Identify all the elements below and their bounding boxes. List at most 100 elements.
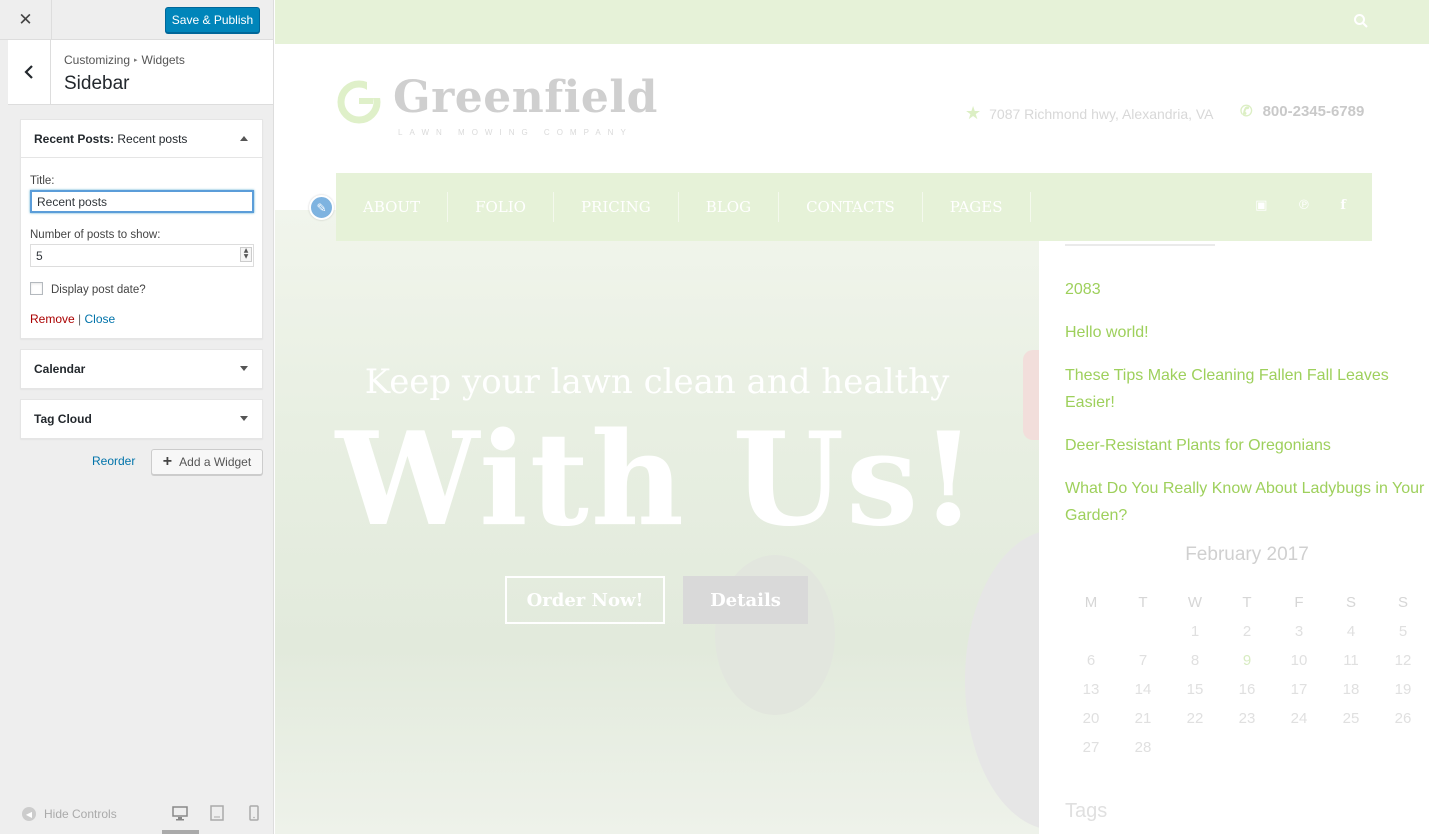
calendar-grid: M T W T F S S 1 2 3 4 5 6 7 8 9 10 11 12 13 14 15 16 17 1… (1065, 588, 1429, 762)
widget-divider (1065, 244, 1215, 246)
calendar-week-row: 1 2 3 4 5 (1065, 617, 1429, 646)
customizer-header: ✕ Save & Publish (0, 0, 273, 40)
calendar-week-row: 27 28 (1065, 733, 1429, 762)
number-stepper[interactable]: ▲▼ (30, 244, 254, 268)
nav-about[interactable]: ABOUT (336, 192, 449, 222)
widget-recent-posts-body: Title: Number of posts to show: ▲▼ Displ… (21, 158, 262, 338)
social-links: ▣ ℗ f (1255, 198, 1346, 213)
close-link[interactable]: Close (85, 312, 116, 326)
widget-recent-posts: Recent Posts: Recent posts Title: Number… (20, 119, 263, 339)
desktop-icon[interactable] (172, 805, 188, 821)
phone-text[interactable]: 800-2345-6789 (1263, 103, 1365, 120)
weekday-label: S (1397, 594, 1408, 611)
edit-shortcut-pencil-icon[interactable]: ✎ (309, 195, 334, 220)
widget-calendar-header[interactable]: Calendar (21, 350, 262, 388)
breadcrumb-widgets: Widgets (141, 53, 185, 67)
star-icon: ★ (965, 103, 982, 123)
hero-image-part (965, 530, 1039, 830)
active-device-indicator (162, 830, 199, 834)
plus-icon: + (162, 453, 173, 470)
calendar-title: February 2017 (1185, 544, 1309, 565)
nav-pages[interactable]: PAGES (923, 192, 1031, 222)
top-bar (275, 0, 1429, 44)
calendar-day: 24 (1290, 710, 1308, 727)
stepper-arrows-icon[interactable]: ▲ ▼ (240, 247, 252, 262)
calendar-day: 18 (1342, 681, 1360, 698)
recent-post-link[interactable]: What Do You Really Know About Ladybugs i… (1065, 475, 1429, 529)
widget-recent-posts-header[interactable]: Recent Posts: Recent posts (21, 120, 262, 158)
calendar-day: 12 (1394, 652, 1412, 669)
add-widget-label: Add a Widget (179, 455, 252, 469)
nav-pricing[interactable]: PRICING (554, 192, 679, 222)
phone: ✆ 800-2345-6789 (1240, 102, 1365, 121)
nav-folio[interactable]: FOLIO (448, 192, 554, 222)
display-date-label: Display post date? (51, 284, 146, 296)
number-field[interactable] (30, 244, 254, 267)
tablet-icon[interactable] (210, 805, 224, 821)
close-customizer-button[interactable]: ✕ (0, 0, 52, 40)
hero-title: With Us! (335, 405, 979, 555)
widget-name: Recent Posts (34, 132, 111, 146)
calendar-day: 14 (1134, 681, 1152, 698)
calendar-week-row: 6 7 8 9 10 11 12 (1065, 646, 1429, 675)
recent-posts-list: 2083 Hello world! These Tips Make Cleani… (1065, 276, 1429, 545)
mobile-icon[interactable] (249, 805, 259, 821)
widget-title: Recent Posts: Recent posts (34, 132, 188, 146)
display-date-checkbox[interactable] (30, 282, 43, 295)
recent-post-link[interactable]: Hello world! (1065, 319, 1429, 346)
add-widget-button[interactable]: + Add a Widget (151, 449, 263, 475)
calendar-day: 5 (1398, 623, 1408, 640)
calendar-day: 16 (1238, 681, 1256, 698)
widget-tag-cloud-header[interactable]: Tag Cloud (21, 400, 262, 438)
title-field[interactable] (30, 190, 254, 213)
expand-arrow-icon[interactable] (240, 366, 248, 371)
facebook-icon[interactable]: f (1340, 198, 1346, 213)
customizer-footer: ◀ Hide Controls (0, 795, 273, 834)
widget-calendar[interactable]: Calendar (20, 349, 263, 389)
nav-contacts[interactable]: CONTACTS (779, 192, 923, 222)
breadcrumb-customizing: Customizing (64, 53, 131, 67)
calendar-day: 19 (1394, 681, 1412, 698)
logo-text[interactable]: Greenfield (393, 72, 658, 123)
logo-mark-icon (337, 80, 381, 124)
order-now-button[interactable]: Order Now! (505, 576, 665, 624)
hide-controls-label: Hide Controls (44, 807, 117, 821)
address: ★ 7087 Richmond hwy, Alexandria, VA (965, 103, 1214, 124)
calendar-day: 28 (1134, 739, 1152, 756)
calendar-day: 4 (1346, 623, 1356, 640)
recent-post-link[interactable]: 2083 (1065, 276, 1429, 303)
back-button[interactable] (8, 40, 51, 104)
hero-subtitle: Keep your lawn clean and healthy (364, 362, 950, 402)
recent-post-link[interactable]: These Tips Make Cleaning Fallen Fall Lea… (1065, 362, 1429, 416)
details-button[interactable]: Details (683, 576, 808, 624)
nav-blog[interactable]: BLOG (679, 192, 780, 222)
instagram-icon[interactable]: ▣ (1255, 198, 1267, 213)
customizer-panel: ✕ Save & Publish Customizing ▸ Widgets Sid… (0, 0, 274, 834)
search-icon[interactable] (1353, 13, 1369, 29)
widget-subtitle: Recent posts (117, 132, 188, 146)
pinterest-icon[interactable]: ℗ (1297, 198, 1310, 213)
calendar-day: 27 (1082, 739, 1100, 756)
breadcrumb: Customizing ▸ Widgets (64, 53, 185, 67)
calendar-day: 13 (1082, 681, 1100, 698)
calendar-day: 11 (1343, 652, 1359, 669)
widget-title: Calendar (34, 362, 86, 376)
calendar-day: 15 (1186, 681, 1204, 698)
widget-tag-cloud[interactable]: Tag Cloud (20, 399, 263, 439)
calendar-day: 20 (1082, 710, 1100, 727)
remove-link[interactable]: Remove (30, 312, 75, 326)
recent-post-link[interactable]: Deer-Resistant Plants for Oregonians (1065, 432, 1429, 459)
calendar-day: 6 (1086, 652, 1096, 669)
calendar-week-row: 20 21 22 23 24 25 26 (1065, 704, 1429, 733)
hide-controls-button[interactable]: ◀ Hide Controls (22, 807, 117, 821)
widget-title: Tag Cloud (34, 412, 92, 426)
calendar-day: 3 (1294, 623, 1304, 640)
expand-arrow-icon[interactable] (240, 416, 248, 421)
calendar-day: 2 (1242, 623, 1252, 640)
save-publish-button[interactable]: Save & Publish (165, 7, 260, 33)
logo-tagline: LAWN MOWING COMPANY (398, 128, 633, 137)
reorder-link[interactable]: Reorder (92, 454, 135, 468)
collapse-arrow-icon[interactable] (240, 136, 248, 141)
calendar-day: 25 (1342, 710, 1360, 727)
calendar-today: 9 (1242, 652, 1252, 669)
